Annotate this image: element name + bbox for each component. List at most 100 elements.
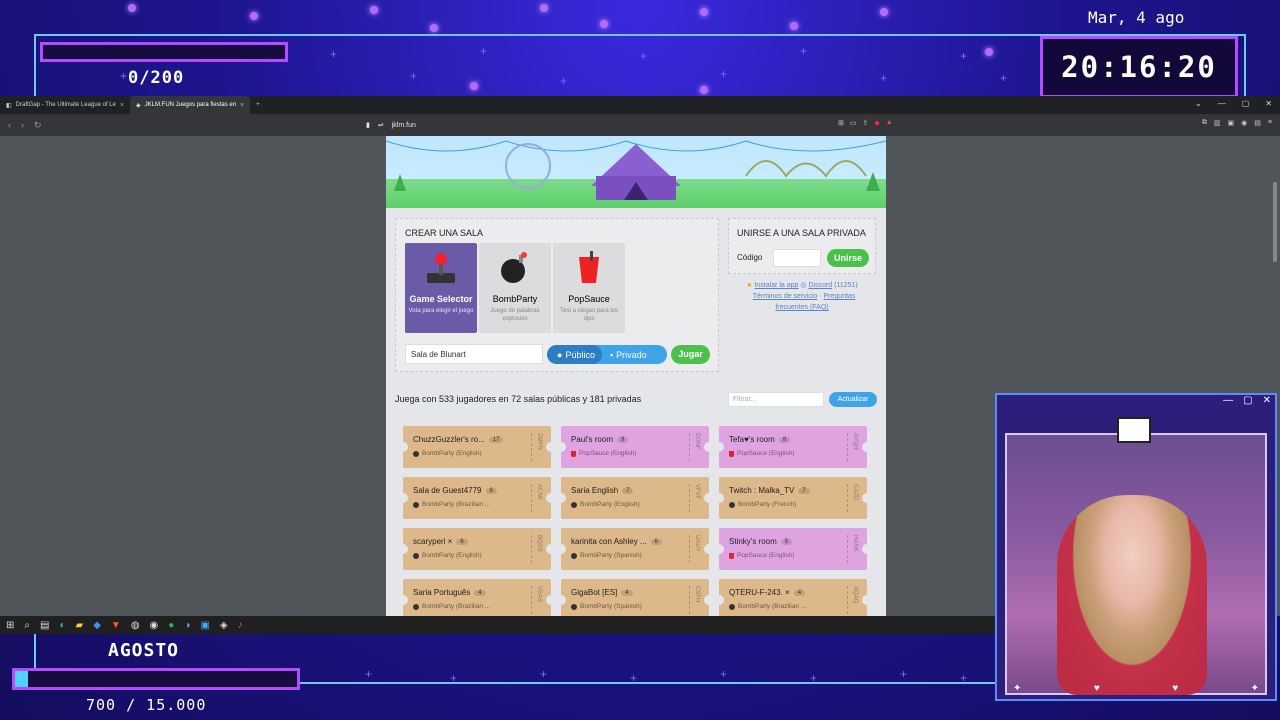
- chevron-down-icon[interactable]: ⌄: [1195, 99, 1202, 108]
- room-ticket[interactable]: Stinky's room 5 PopSauce (English) HASK: [714, 528, 872, 570]
- private-option[interactable]: ▪ Privado: [602, 350, 647, 360]
- room-name: ChuzzGuzzler's ro... 17: [413, 435, 504, 444]
- public-option[interactable]: ● Público: [547, 345, 602, 364]
- room-code: HASK: [847, 535, 858, 563]
- menu-icon[interactable]: ≡: [1268, 119, 1272, 127]
- back-icon[interactable]: ‹: [8, 120, 11, 131]
- url-field[interactable]: ▮ ⇌ jklm.fun: [366, 117, 416, 133]
- room-code-input[interactable]: [773, 249, 821, 267]
- game-card-popsauce[interactable]: PopSauce Test a ciegas para los ojos: [553, 243, 625, 333]
- start-icon[interactable]: ⊞: [6, 620, 14, 631]
- room-ticket[interactable]: GigaBot [ES] 4 BombParty (Spanish) CSFH: [556, 579, 714, 616]
- discord-link[interactable]: Discord: [808, 282, 832, 289]
- room-game: BombParty (Brazilian ...: [413, 501, 490, 508]
- room-code: ZMPR: [531, 433, 542, 461]
- discord-app-icon[interactable]: ◑: [184, 620, 190, 631]
- sparkle-dot: [540, 4, 548, 12]
- room-player-count: 9: [617, 436, 629, 443]
- room-ticket[interactable]: Saria Português 4 BombParty (Brazilian ...…: [398, 579, 556, 616]
- room-name-input[interactable]: Sala de Blunart: [405, 344, 543, 364]
- steam-icon[interactable]: ◍: [131, 620, 140, 631]
- tab-draftgap[interactable]: ◧ DraftGap - The Ultimate League of Le ×: [0, 96, 130, 114]
- room-game: BombParty (Brazilian ...: [729, 603, 806, 610]
- file-explorer-icon[interactable]: ▰: [76, 620, 84, 631]
- new-tab-button[interactable]: +: [250, 96, 266, 114]
- tab-jklm[interactable]: ◈ JKLM.FUN Juegos para fiestas en ×: [130, 96, 251, 114]
- install-app-link[interactable]: Instalar la app: [754, 282, 798, 289]
- spotify-icon[interactable]: ●: [168, 620, 174, 631]
- room-ticket[interactable]: Saria English 7 BombParty (English) VFVF: [556, 477, 714, 519]
- brave-icon[interactable]: ▼: [111, 620, 121, 631]
- brave-shield-icon[interactable]: ◆: [874, 119, 879, 127]
- bomb-icon: [571, 552, 577, 559]
- room-ticket[interactable]: Sala de Guest4779 8 BombParty (Brazilian .…: [398, 477, 556, 519]
- minimize-icon[interactable]: —: [1223, 395, 1233, 411]
- task-view-icon[interactable]: ▤: [40, 620, 49, 631]
- room-code: XQAQ: [847, 586, 858, 614]
- edge-icon[interactable]: ◐: [59, 620, 65, 631]
- minimize-icon[interactable]: —: [1218, 99, 1226, 108]
- brave-rewards-icon[interactable]: ▲: [886, 119, 893, 127]
- terms-link[interactable]: Términos de servicio: [753, 293, 818, 300]
- scroll-thumb[interactable]: [1273, 182, 1277, 262]
- room-ticket[interactable]: Paul's room 9 PopSauce (English) EONF: [556, 426, 714, 468]
- jklm-page: CREAR UNA SALA Game Selector Vota para e…: [386, 136, 886, 616]
- join-button[interactable]: Unirse: [827, 249, 869, 267]
- globe-icon: ●: [557, 349, 563, 360]
- refresh-button[interactable]: Actualizar: [829, 392, 877, 407]
- room-game: BombParty (English): [413, 450, 482, 457]
- bottom-progress-text: 700 / 15.000: [86, 696, 207, 714]
- tab-close-icon[interactable]: ×: [240, 102, 244, 109]
- wallet-icon[interactable]: ▤: [1254, 119, 1261, 127]
- join-title: UNIRSE A UNA SALA PRIVADA: [737, 228, 866, 238]
- maximize-icon[interactable]: ▢: [1243, 395, 1252, 411]
- bookmark-icon[interactable]: ▮: [366, 121, 370, 129]
- bomb-icon: [413, 603, 419, 610]
- room-ticket[interactable]: scaryperi × 6 BombParty (English) BQXS: [398, 528, 556, 570]
- game-card-bombparty[interactable]: BombParty Juego de palabras explosivo: [479, 243, 551, 333]
- close-icon[interactable]: ✕: [1265, 99, 1272, 108]
- tiktok-icon[interactable]: ♪: [238, 620, 243, 631]
- room-name: karinita con Ashley ... 6: [571, 537, 662, 546]
- room-ticket[interactable]: Twitch : Malka_TV 7 BombParty (French) CAZD: [714, 477, 872, 519]
- cast-icon[interactable]: ▭: [850, 119, 857, 127]
- bottom-progress-bar: [12, 668, 300, 690]
- search-icon[interactable]: ⌕: [24, 620, 30, 631]
- app-icon[interactable]: ◆: [93, 620, 101, 631]
- toolbar-icons: ⧉ ▥ ▣ ◉ ▤ ≡: [1202, 119, 1272, 127]
- share-icon[interactable]: ⇪: [863, 119, 869, 127]
- tab-close-icon[interactable]: ×: [120, 102, 124, 109]
- forward-icon[interactable]: ›: [21, 120, 24, 131]
- close-icon[interactable]: ✕: [1263, 395, 1271, 411]
- cup-icon: [729, 450, 734, 457]
- play-button[interactable]: Jugar: [671, 345, 710, 364]
- cup-icon: [729, 552, 734, 559]
- vpn-icon[interactable]: ◉: [1241, 119, 1247, 127]
- room-name: Saria Português 4: [413, 588, 486, 597]
- month-label: AGOSTO: [108, 640, 180, 661]
- room-ticket[interactable]: Tefa♥'s room 8 PopSauce (English) AVQH: [714, 426, 872, 468]
- translate-icon[interactable]: ⊞: [838, 119, 844, 127]
- site-info-icon[interactable]: ⇌: [378, 121, 384, 129]
- filter-input[interactable]: Filtrar...: [728, 392, 824, 407]
- app-icon[interactable]: ▣: [200, 620, 209, 631]
- reload-icon[interactable]: ↻: [34, 120, 42, 131]
- room-ticket[interactable]: QTERU-F-243. × 4 BombParty (Brazilian ... X…: [714, 579, 872, 616]
- game-card-game-selector[interactable]: Game Selector Vota para elegir el juego: [405, 243, 477, 333]
- room-code: CSFH: [689, 586, 700, 614]
- maximize-icon[interactable]: ▢: [1242, 99, 1250, 108]
- tab-favicon-icon: ◈: [136, 102, 141, 109]
- app-icon[interactable]: ◈: [220, 620, 228, 631]
- leo-icon[interactable]: ▣: [1228, 119, 1235, 127]
- room-ticket[interactable]: ChuzzGuzzler's ro... 17 BombParty (English…: [398, 426, 556, 468]
- extensions-icon[interactable]: ⧉: [1202, 119, 1207, 127]
- bomb-icon: [571, 603, 577, 610]
- sidebar-icon[interactable]: ▥: [1214, 119, 1221, 127]
- joystick-icon: [427, 253, 455, 283]
- obs-icon[interactable]: ◉: [150, 620, 159, 631]
- game-desc: Juego de palabras explosivo: [490, 308, 540, 322]
- room-player-count: 6: [650, 538, 662, 545]
- room-ticket[interactable]: karinita con Ashley ... 6 BombParty (Spani…: [556, 528, 714, 570]
- game-desc: Test a ciegas para los ojos: [559, 308, 619, 322]
- visibility-toggle[interactable]: ● Público ▪ Privado: [547, 345, 667, 364]
